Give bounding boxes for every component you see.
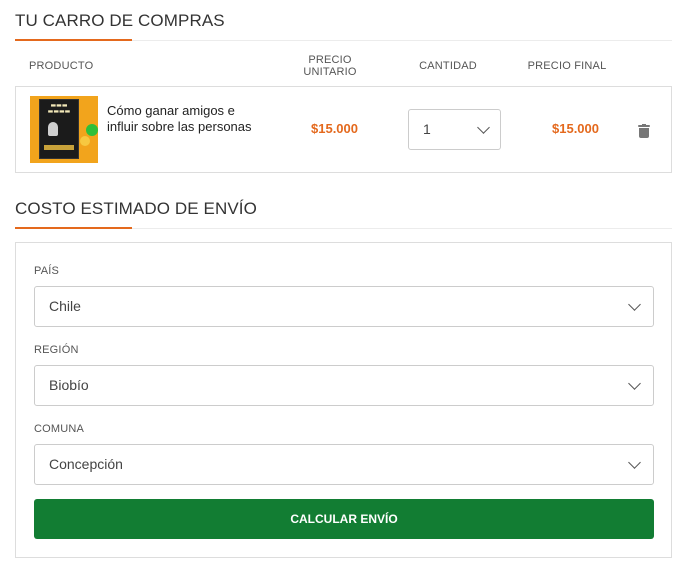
cart-title: TU CARRO DE COMPRAS bbox=[15, 11, 225, 30]
book-graphic: ▬▬▬ ▬▬▬▬ bbox=[39, 99, 79, 159]
country-label: PAÍS bbox=[34, 265, 60, 277]
quantity-select[interactable]: 1 bbox=[408, 109, 501, 150]
commune-select[interactable]: Concepción bbox=[34, 444, 654, 485]
unit-price: $15.000 bbox=[311, 121, 358, 136]
column-header-unit-price-line1: PRECIO bbox=[308, 54, 352, 66]
book-cover-art: ▬▬▬ ▬▬▬▬ bbox=[47, 102, 71, 115]
chevron-down-icon bbox=[628, 298, 641, 311]
commune-value: Concepción bbox=[49, 456, 123, 472]
region-value: Biobío bbox=[49, 377, 89, 393]
shipping-title: COSTO ESTIMADO DE ENVÍO bbox=[15, 199, 257, 218]
commune-label: COMUNA bbox=[34, 423, 85, 435]
cart-item-row: ▬▬▬ ▬▬▬▬ Cómo ganar amigos e influir sobr… bbox=[15, 86, 672, 173]
decorative-ball-yellow bbox=[80, 136, 90, 146]
product-name[interactable]: Cómo ganar amigos e influir sobre las pe… bbox=[107, 103, 257, 135]
book-cover-image[interactable]: ▬▬▬ ▬▬▬▬ bbox=[30, 96, 98, 163]
calculate-shipping-button[interactable]: CALCULAR ENVÍO bbox=[34, 499, 654, 539]
trash-icon[interactable] bbox=[638, 124, 650, 138]
shipping-title-accent bbox=[15, 227, 132, 229]
book-cover-band bbox=[44, 145, 74, 150]
final-price: $15.000 bbox=[552, 121, 599, 136]
country-select[interactable]: Chile bbox=[34, 286, 654, 327]
region-select[interactable]: Biobío bbox=[34, 365, 654, 406]
shipping-form: PAÍS Chile REGIÓN Biobío COMUNA Concepci… bbox=[15, 242, 672, 558]
chevron-down-icon bbox=[477, 121, 490, 134]
column-header-final-price: PRECIO FINAL bbox=[527, 60, 607, 72]
quantity-value: 1 bbox=[423, 121, 431, 137]
column-header-quantity: CANTIDAD bbox=[419, 60, 477, 72]
region-label: REGIÓN bbox=[34, 344, 79, 356]
book-cover-portrait bbox=[48, 122, 58, 136]
column-header-unit-price-line2: UNITARIO bbox=[303, 66, 357, 78]
decorative-ball-green bbox=[86, 124, 98, 136]
trash-icon-lid bbox=[638, 125, 650, 127]
chevron-down-icon bbox=[628, 456, 641, 469]
cart-title-accent bbox=[15, 39, 132, 41]
country-value: Chile bbox=[49, 298, 81, 314]
column-header-product: PRODUCTO bbox=[29, 60, 94, 72]
chevron-down-icon bbox=[628, 377, 641, 390]
column-header-unit-price: PRECIO UNITARIO bbox=[300, 54, 360, 78]
trash-icon-can bbox=[639, 128, 649, 138]
